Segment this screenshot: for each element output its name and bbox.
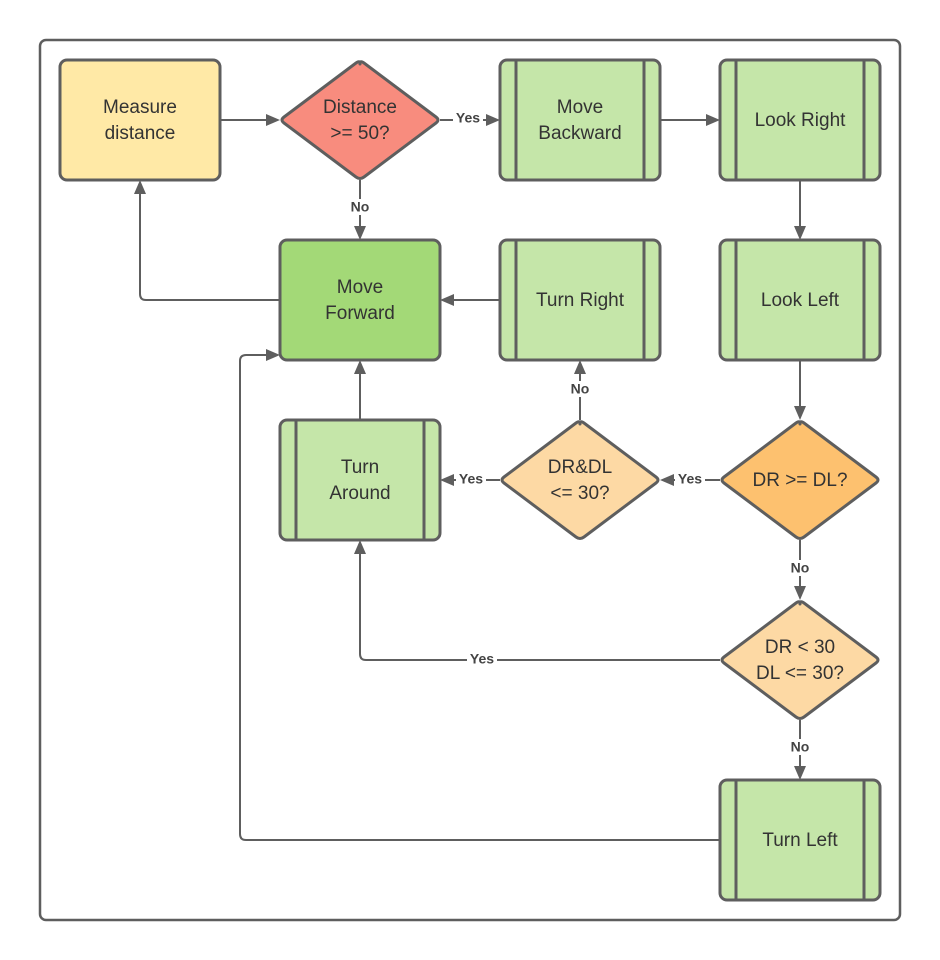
edge-look-left-to-dr-ge-dl: [794, 360, 806, 420]
node-look-left[interactable]: Look Left: [718, 238, 882, 362]
node-move-backward[interactable]: Move Backward: [498, 58, 662, 182]
node-label: DL <= 30?: [756, 663, 844, 684]
node-label: DR&DL: [548, 457, 612, 478]
edge-turn-around-to-move-forward: [354, 360, 366, 420]
flowchart-canvas: Measure distance Distance >= 50? Move Backwar…: [38, 38, 902, 922]
edge-turn-right-to-move-forward: [440, 294, 500, 306]
decision-diamond: [500, 420, 660, 540]
arrowhead-icon: [266, 349, 280, 361]
node-label: Move: [337, 277, 383, 298]
node-label: Look Right: [755, 110, 847, 131]
node-label: Distance: [323, 97, 397, 118]
node-label: Turn Right: [536, 290, 625, 311]
process-box: [278, 238, 442, 362]
edge-dr-dl-small-to-turn-around: [354, 540, 720, 661]
node-dist-check[interactable]: Distance >= 50?: [280, 60, 440, 180]
node-label: distance: [105, 123, 176, 144]
edge-label: Yes: [459, 471, 483, 487]
node-label: DR < 30: [765, 637, 835, 658]
node-label: DR >= DL?: [752, 470, 847, 491]
connector-line: [139, 192, 280, 301]
arrowhead-icon: [440, 294, 454, 306]
arrowhead-icon: [486, 114, 500, 126]
edge-move-forward-to-measure: [134, 180, 280, 301]
node-label: Measure: [103, 97, 177, 118]
arrowhead-icon: [794, 586, 806, 600]
node-label: Move: [557, 97, 603, 118]
node-label: Turn Left: [762, 830, 838, 851]
subprocess-box: [498, 58, 662, 182]
arrowhead-icon: [266, 114, 280, 126]
arrowhead-icon: [354, 226, 366, 240]
edge-label: No: [791, 560, 810, 576]
node-turn-right[interactable]: Turn Right: [498, 238, 662, 362]
arrowhead-icon: [794, 226, 806, 240]
edge-move-backward-to-look-right: [660, 114, 720, 126]
node-dr-dl-small[interactable]: DR < 30 DL <= 30?: [720, 600, 880, 720]
arrowhead-icon: [794, 766, 806, 780]
arrowhead-icon: [354, 360, 366, 374]
edge-label: Yes: [456, 110, 480, 126]
node-label: Turn: [341, 457, 379, 478]
edge-label: No: [791, 739, 810, 755]
edge-label: No: [351, 199, 370, 215]
node-label: Around: [329, 483, 390, 504]
arrowhead-icon: [574, 360, 586, 374]
node-turn-left[interactable]: Turn Left: [718, 778, 882, 902]
node-look-right[interactable]: Look Right: [718, 58, 882, 182]
node-label: Look Left: [761, 290, 840, 311]
edge-label: No: [571, 381, 590, 397]
node-turn-around[interactable]: Turn Around: [278, 418, 442, 542]
node-label: Forward: [325, 303, 395, 324]
decision-diamond: [280, 60, 440, 180]
subprocess-box: [278, 418, 442, 542]
decision-diamond: [720, 600, 880, 720]
connector-line: [359, 552, 720, 661]
arrowhead-icon: [440, 474, 454, 486]
node-label: >= 50?: [330, 123, 389, 144]
arrowhead-icon: [134, 180, 146, 194]
arrowhead-icon: [794, 406, 806, 420]
arrowhead-icon: [354, 540, 366, 554]
edge-label: Yes: [470, 651, 494, 667]
node-label: <= 30?: [550, 483, 609, 504]
node-both-close[interactable]: DR&DL <= 30?: [500, 420, 660, 540]
arrowhead-icon: [706, 114, 720, 126]
node-dr-ge-dl[interactable]: DR >= DL?: [720, 420, 880, 540]
node-measure[interactable]: Measure distance: [58, 58, 222, 182]
edge-label: Yes: [678, 471, 702, 487]
process-box: [58, 58, 222, 182]
arrowhead-icon: [660, 474, 674, 486]
node-label: Backward: [538, 123, 621, 144]
edge-look-right-to-look-left: [794, 180, 806, 240]
node-move-forward[interactable]: Move Forward: [278, 238, 442, 362]
edge-measure-to-dist-check: [220, 114, 280, 126]
